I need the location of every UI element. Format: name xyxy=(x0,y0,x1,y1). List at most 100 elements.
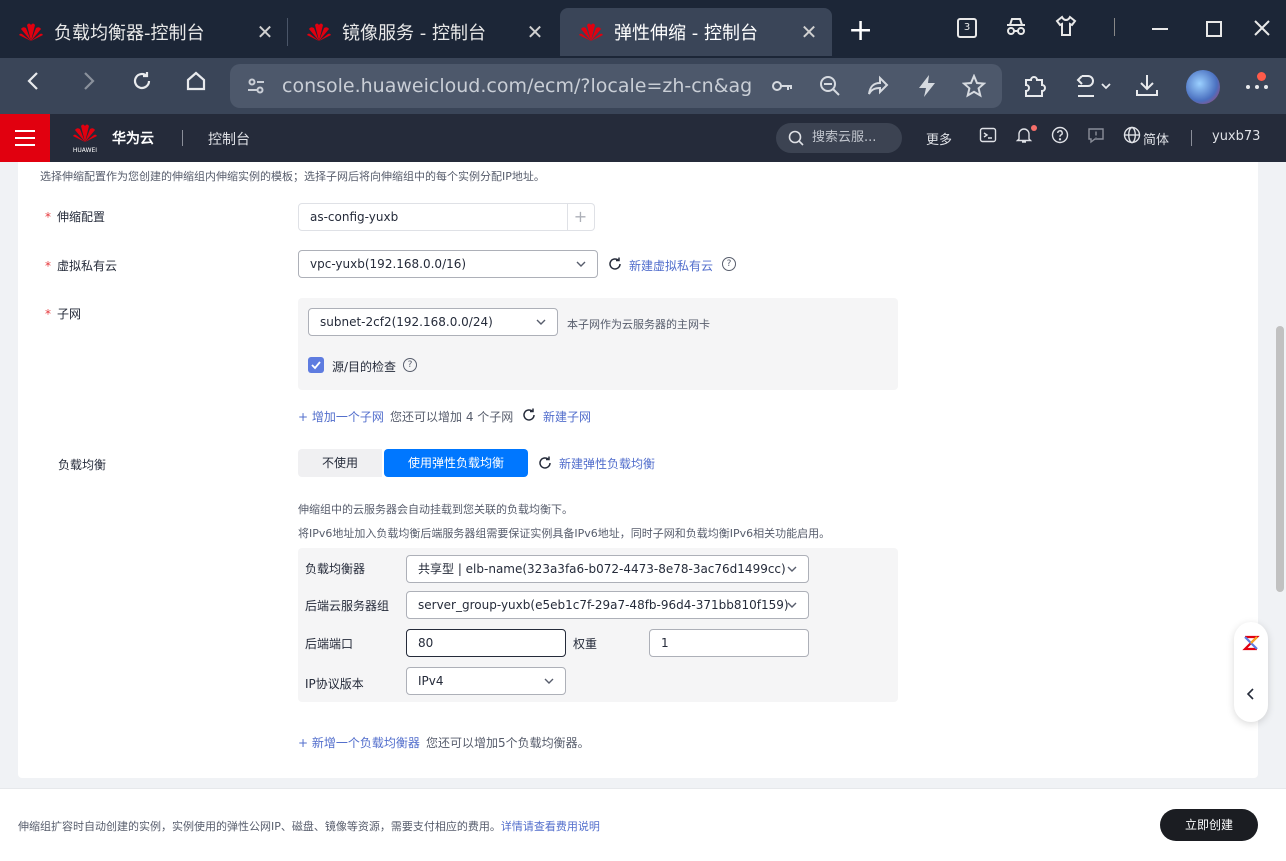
ip-version-select[interactable]: IPv4 xyxy=(406,667,566,695)
chevron-down-icon xyxy=(575,251,587,277)
subnet-remaining-hint: 您还可以增加 4 个子网 xyxy=(390,410,514,424)
create-elb-link[interactable]: 新建弹性负载均衡 xyxy=(559,455,655,472)
tab-close-icon[interactable]: ✕ xyxy=(524,20,546,44)
source-dest-help-icon[interactable]: ? xyxy=(403,358,417,372)
url-text: console.huaweicloud.com/ecm/?locale=zh-c… xyxy=(282,75,752,97)
assistant-icon[interactable] xyxy=(1242,634,1260,652)
tab-count-icon[interactable]: 3 xyxy=(957,18,977,38)
site-info-icon[interactable] xyxy=(246,76,266,101)
home-icon[interactable] xyxy=(180,70,212,102)
zoom-out-icon[interactable] xyxy=(818,74,842,103)
create-now-button[interactable]: 立即创建 xyxy=(1160,809,1258,841)
refresh-elb-icon[interactable] xyxy=(537,455,553,475)
bookmark-star-icon[interactable] xyxy=(961,73,987,103)
lightning-icon[interactable] xyxy=(916,74,938,103)
reload-icon[interactable] xyxy=(126,70,158,102)
vpc-label-text: 虚拟私有云 xyxy=(57,259,118,273)
split-view-icon[interactable] xyxy=(1074,74,1114,104)
address-bar[interactable]: console.huaweicloud.com/ecm/?locale=zh-c… xyxy=(230,64,1002,108)
weight-label: 权重 xyxy=(573,637,598,651)
config-hint: 选择伸缩配置作为您创建的伸缩组内伸缩实例的模板；选择子网后将向伸缩组中的每个实例… xyxy=(40,170,545,183)
chevron-down-icon xyxy=(786,556,798,582)
required-mark: * xyxy=(45,210,51,224)
browser-tab-image-service[interactable]: 镜像服务 - 控制台 ✕ xyxy=(288,8,558,56)
lb-select-value: 共享型 | elb-name(323a3fa6-b072-4473-8e78-3… xyxy=(418,562,786,576)
download-icon[interactable] xyxy=(1134,72,1160,104)
username[interactable]: yuxb73 xyxy=(1212,129,1260,144)
floating-assistant-widget xyxy=(1234,622,1268,722)
fee-details-link[interactable]: 详情请查看费用说明 xyxy=(501,820,600,833)
language-switch[interactable]: 简体 xyxy=(1143,129,1169,148)
refresh-subnet-icon[interactable] xyxy=(521,407,537,427)
extensions-icon[interactable] xyxy=(1022,72,1048,104)
scrollbar-thumb[interactable] xyxy=(1276,326,1284,592)
huawei-logo-text: HUAWEI xyxy=(72,147,98,154)
scaling-config-input[interactable]: as-config-yuxb xyxy=(298,203,568,231)
use-elb-option[interactable]: 使用弹性负载均衡 xyxy=(384,449,528,477)
subnet-label: * 子网 xyxy=(45,305,81,322)
collapse-chevron-left-icon[interactable] xyxy=(1244,686,1258,705)
huawei-logo[interactable]: HUAWEI xyxy=(70,122,100,156)
forward-icon[interactable] xyxy=(72,70,104,102)
vpc-select[interactable]: vpc-yuxb(192.168.0.0/16) xyxy=(298,250,598,278)
share-icon[interactable] xyxy=(866,74,890,103)
incognito-icon[interactable] xyxy=(1004,14,1028,43)
more-menu[interactable]: 更多 xyxy=(926,129,952,148)
add-lb-link[interactable]: + 新增一个负载均衡器 xyxy=(298,734,420,751)
close-window-icon[interactable] xyxy=(1252,18,1272,43)
refresh-vpc-icon[interactable] xyxy=(607,256,623,276)
scaling-config-label-text: 伸缩配置 xyxy=(57,210,106,224)
create-vpc-link[interactable]: 新建虚拟私有云 xyxy=(629,257,713,274)
bell-badge xyxy=(1031,125,1037,131)
maximize-icon[interactable] xyxy=(1206,21,1222,37)
back-icon[interactable] xyxy=(18,70,50,102)
create-subnet-link[interactable]: 新建子网 xyxy=(543,408,591,425)
backend-group-select[interactable]: server_group-yuxb(e5eb1c7f-29a7-48fb-96d… xyxy=(406,591,809,619)
subnet-select[interactable]: subnet-2cf2(192.168.0.0/24) xyxy=(308,308,558,336)
load-balance-toggle: 不使用 使用弹性负载均衡 xyxy=(298,449,528,477)
backend-group-label: 后端云服务器组 xyxy=(305,599,390,613)
add-subnet-link[interactable]: + 增加一个子网 xyxy=(298,408,384,425)
scaling-config-label: * 伸缩配置 xyxy=(45,208,105,225)
help-icon[interactable] xyxy=(1049,126,1071,149)
brand-name[interactable]: 华为云 xyxy=(112,128,154,148)
browser-tab-title: 镜像服务 - 控制台 xyxy=(342,23,486,44)
header-separator xyxy=(182,130,183,146)
ip-version-select-value: IPv4 xyxy=(418,674,444,688)
huawei-flower-icon xyxy=(73,124,97,142)
minimize-icon[interactable] xyxy=(1152,28,1168,30)
window-controls-separator xyxy=(1114,18,1115,36)
source-dest-check-checkbox[interactable] xyxy=(308,357,324,373)
no-lb-option[interactable]: 不使用 xyxy=(298,449,382,477)
feedback-icon[interactable] xyxy=(1085,126,1107,149)
add-scaling-config-button[interactable]: + xyxy=(567,203,595,231)
console-link[interactable]: 控制台 xyxy=(208,129,250,149)
backend-group-select-value: server_group-yuxb(e5eb1c7f-29a7-48fb-96d… xyxy=(418,598,789,612)
tab-count: 3 xyxy=(963,22,971,33)
chevron-down-icon xyxy=(543,668,555,694)
browser-toolbar: console.huaweicloud.com/ecm/?locale=zh-c… xyxy=(0,58,1286,114)
hamburger-menu-icon[interactable] xyxy=(0,114,50,162)
browser-tab-load-balancer[interactable]: 负载均衡器-控制台 ✕ xyxy=(0,8,288,56)
global-search-input[interactable]: 搜索云服... xyxy=(776,123,902,153)
tab-close-icon[interactable]: ✕ xyxy=(798,20,820,44)
browser-tab-auto-scaling[interactable]: 弹性伸缩 - 控制台 ✕ xyxy=(560,8,832,56)
profile-avatar[interactable] xyxy=(1186,70,1220,104)
new-tab-button[interactable]: + xyxy=(848,16,873,46)
weight-input[interactable]: 1 xyxy=(649,629,809,657)
subnet-label-text: 子网 xyxy=(57,307,82,321)
source-dest-check-label: 源/目的检查 xyxy=(332,360,397,374)
chevron-down-icon xyxy=(786,592,798,618)
load-balance-label: 负载均衡 xyxy=(58,458,107,472)
tab-close-icon[interactable]: ✕ xyxy=(254,20,276,44)
key-icon[interactable] xyxy=(770,74,794,103)
lb-hint-1: 伸缩组中的云服务器会自动挂载到您关联的负载均衡下。 xyxy=(298,503,573,516)
globe-icon[interactable] xyxy=(1121,126,1143,149)
add-lb-hint: 您还可以增加5个负载均衡器。 xyxy=(426,736,590,750)
extensions-shirt-icon[interactable] xyxy=(1054,14,1078,43)
lb-select[interactable]: 共享型 | elb-name(323a3fa6-b072-4473-8e78-3… xyxy=(406,555,809,583)
vpc-help-icon[interactable]: ? xyxy=(722,257,736,271)
cloud-shell-icon[interactable] xyxy=(977,126,999,149)
huawei-logo-icon xyxy=(579,23,603,41)
backend-port-input[interactable]: 80 xyxy=(406,629,566,657)
